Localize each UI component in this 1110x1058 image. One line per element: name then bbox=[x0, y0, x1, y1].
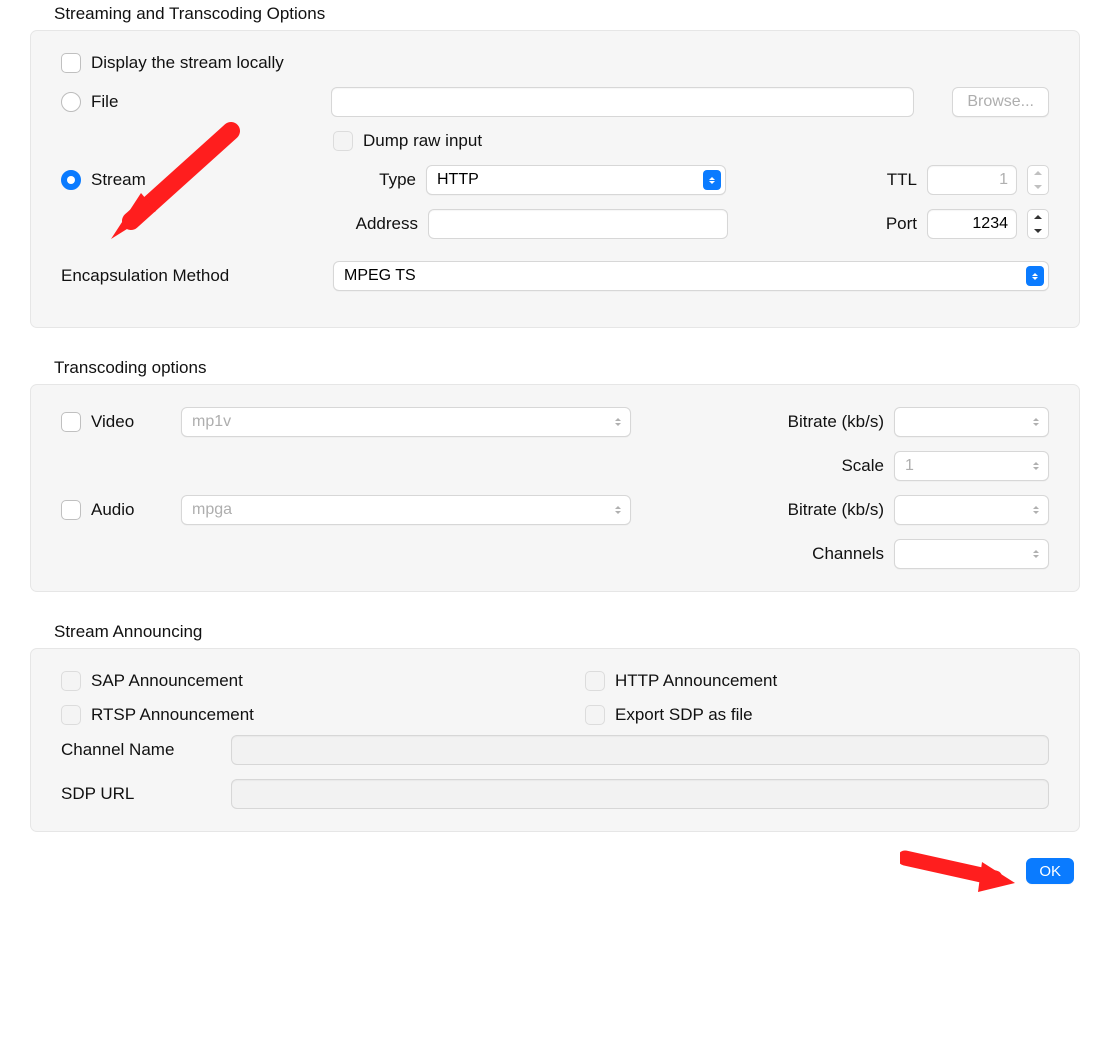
channels-label: Channels bbox=[812, 544, 884, 564]
address-label: Address bbox=[333, 214, 418, 234]
audio-checkbox[interactable] bbox=[61, 500, 81, 520]
dropdown-caret-icon bbox=[1028, 456, 1044, 476]
dropdown-caret-icon bbox=[1028, 544, 1044, 564]
audio-bitrate-select[interactable] bbox=[894, 495, 1049, 525]
encap-select[interactable]: MPEG TS bbox=[333, 261, 1049, 291]
scale-label: Scale bbox=[841, 456, 884, 476]
section-title-transcoding: Transcoding options bbox=[54, 354, 1080, 378]
announcing-panel: SAP Announcement RTSP Announcement HTTP … bbox=[30, 648, 1080, 832]
display-locally-label: Display the stream locally bbox=[91, 53, 284, 73]
channel-name-label: Channel Name bbox=[61, 740, 221, 760]
sap-label: SAP Announcement bbox=[91, 671, 243, 691]
audio-codec-select[interactable]: mpga bbox=[181, 495, 631, 525]
stepper-down-icon[interactable] bbox=[1028, 180, 1048, 194]
display-locally-checkbox[interactable] bbox=[61, 53, 81, 73]
type-value: HTTP bbox=[437, 171, 479, 189]
file-path-input[interactable] bbox=[331, 87, 914, 117]
port-label: Port bbox=[847, 214, 917, 234]
section-title-streaming: Streaming and Transcoding Options bbox=[54, 0, 1080, 24]
type-select[interactable]: HTTP bbox=[426, 165, 726, 195]
scale-value: 1 bbox=[905, 457, 914, 475]
transcoding-panel: Video mp1v Bitrate (kb/s) Scale 1 Audio … bbox=[30, 384, 1080, 592]
export-sdp-label: Export SDP as file bbox=[615, 705, 753, 725]
dropdown-caret-icon bbox=[1026, 266, 1044, 286]
streaming-panel: Display the stream locally File Browse..… bbox=[30, 30, 1080, 328]
sdp-url-label: SDP URL bbox=[61, 784, 221, 804]
video-bitrate-label: Bitrate (kb/s) bbox=[788, 412, 884, 432]
sdp-url-input[interactable] bbox=[231, 779, 1049, 809]
dropdown-caret-icon bbox=[703, 170, 721, 190]
stepper-up-icon[interactable] bbox=[1028, 166, 1048, 180]
ttl-input[interactable] bbox=[927, 165, 1017, 195]
ok-button[interactable]: OK bbox=[1026, 858, 1074, 884]
video-label: Video bbox=[91, 412, 171, 432]
port-stepper[interactable] bbox=[1027, 209, 1049, 239]
stream-radio-label: Stream bbox=[91, 170, 321, 190]
encap-label: Encapsulation Method bbox=[61, 266, 323, 286]
dropdown-caret-icon bbox=[610, 412, 626, 432]
file-radio-label: File bbox=[91, 92, 321, 112]
encap-value: MPEG TS bbox=[344, 267, 416, 285]
browse-button[interactable]: Browse... bbox=[952, 87, 1049, 117]
dropdown-caret-icon bbox=[1028, 412, 1044, 432]
rtsp-label: RTSP Announcement bbox=[91, 705, 254, 725]
video-codec-select[interactable]: mp1v bbox=[181, 407, 631, 437]
stepper-down-icon[interactable] bbox=[1028, 224, 1048, 238]
dropdown-caret-icon bbox=[610, 500, 626, 520]
port-input[interactable] bbox=[927, 209, 1017, 239]
ttl-stepper[interactable] bbox=[1027, 165, 1049, 195]
channels-select[interactable] bbox=[894, 539, 1049, 569]
export-sdp-checkbox bbox=[585, 705, 605, 725]
section-title-announcing: Stream Announcing bbox=[54, 618, 1080, 642]
address-input[interactable] bbox=[428, 209, 728, 239]
dump-raw-checkbox bbox=[333, 131, 353, 151]
type-label: Type bbox=[331, 170, 416, 190]
stepper-up-icon[interactable] bbox=[1028, 210, 1048, 224]
http-ann-checkbox bbox=[585, 671, 605, 691]
audio-codec-value: mpga bbox=[192, 501, 232, 519]
annotation-arrow-ok bbox=[900, 850, 1020, 900]
http-ann-label: HTTP Announcement bbox=[615, 671, 777, 691]
video-checkbox[interactable] bbox=[61, 412, 81, 432]
scale-select[interactable]: 1 bbox=[894, 451, 1049, 481]
video-codec-value: mp1v bbox=[192, 413, 231, 431]
stream-radio[interactable] bbox=[61, 170, 81, 190]
audio-label: Audio bbox=[91, 500, 171, 520]
sap-checkbox bbox=[61, 671, 81, 691]
dropdown-caret-icon bbox=[1028, 500, 1044, 520]
file-radio[interactable] bbox=[61, 92, 81, 112]
video-bitrate-select[interactable] bbox=[894, 407, 1049, 437]
channel-name-input[interactable] bbox=[231, 735, 1049, 765]
ttl-label: TTL bbox=[847, 170, 917, 190]
dump-raw-label: Dump raw input bbox=[363, 131, 482, 151]
rtsp-checkbox bbox=[61, 705, 81, 725]
audio-bitrate-label: Bitrate (kb/s) bbox=[788, 500, 884, 520]
